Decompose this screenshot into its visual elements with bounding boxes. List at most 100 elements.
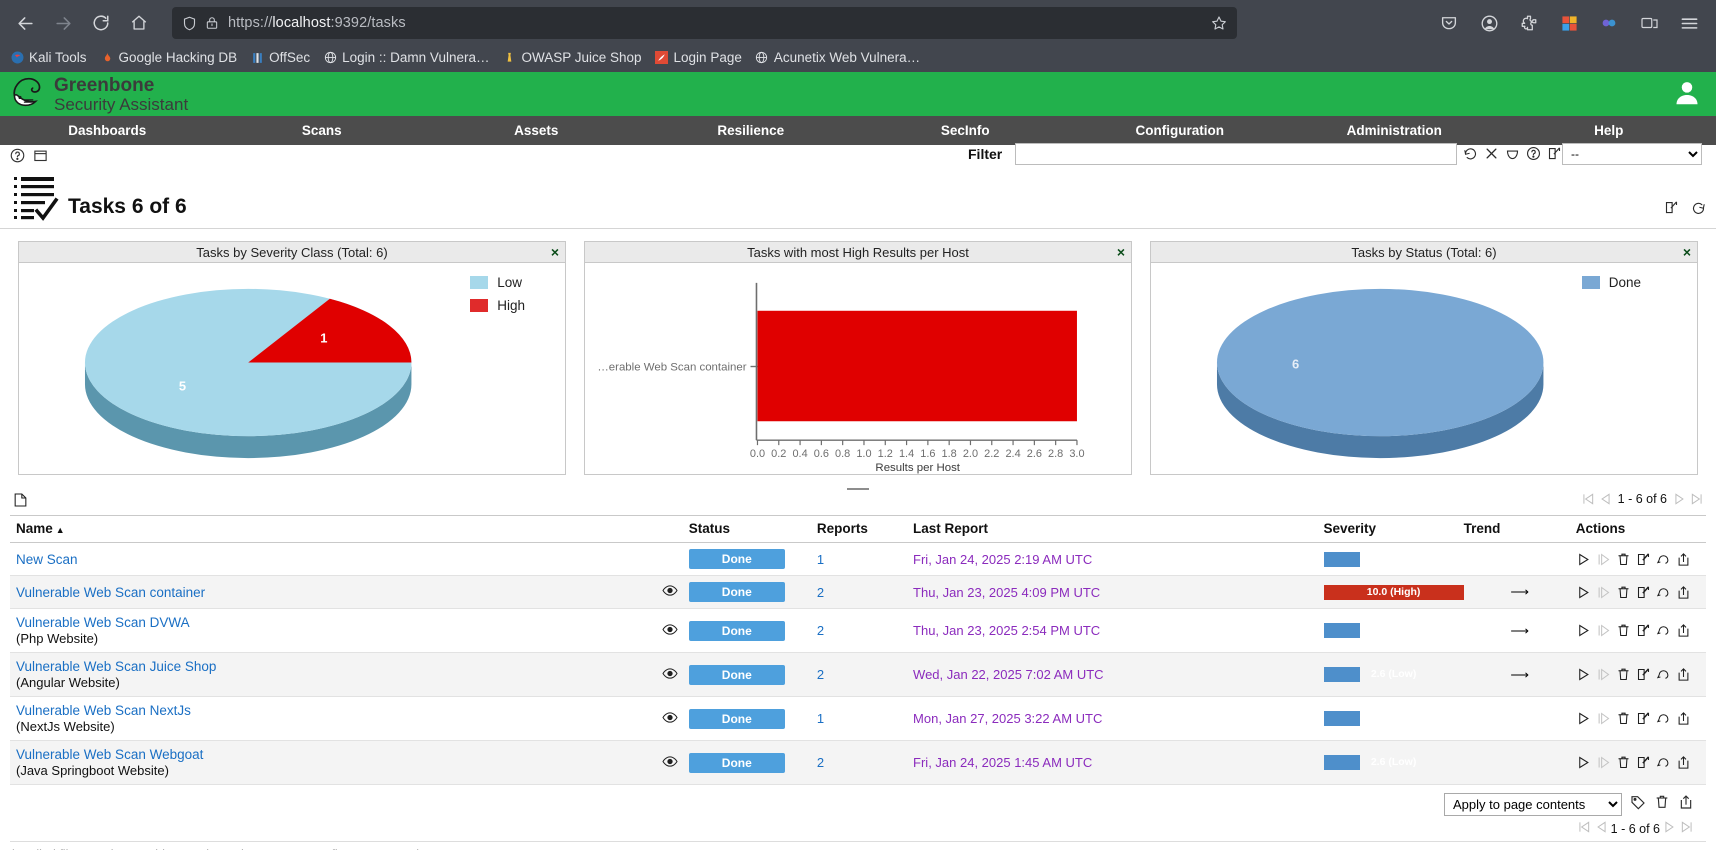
home-button[interactable] (122, 6, 156, 40)
reports-count-link[interactable]: 1 (817, 552, 824, 567)
status-badge[interactable]: Done (688, 752, 785, 773)
bookmark-damn-vulnerable[interactable]: Login :: Damn Vulnera… (323, 50, 489, 65)
start-icon[interactable] (1576, 585, 1591, 600)
menu-item-scans[interactable]: Scans (215, 116, 430, 145)
column-header-last-report[interactable]: Last Report (913, 515, 1324, 543)
task-name-link[interactable]: New Scan (16, 552, 78, 567)
delete-icon[interactable] (1616, 585, 1631, 600)
column-header-name[interactable]: Name ▲ (10, 515, 651, 543)
dashboard-resize-handle[interactable] (0, 477, 1716, 490)
bulk-action-select[interactable]: Apply to page contents (1444, 793, 1622, 816)
column-header-severity[interactable]: Severity (1323, 515, 1464, 543)
new-task-icon[interactable] (1664, 200, 1679, 220)
reports-count-link[interactable]: 1 (817, 711, 824, 726)
start-icon[interactable] (1576, 623, 1591, 638)
column-header-reports[interactable]: Reports (816, 515, 914, 543)
last-page-icon[interactable] (1690, 492, 1704, 506)
edit-filter-icon[interactable] (1547, 146, 1562, 166)
menu-item-dashboards[interactable]: Dashboards (0, 116, 215, 145)
task-name-link[interactable]: Vulnerable Web Scan Juice Shop (16, 659, 216, 674)
reports-count-link[interactable]: 2 (817, 585, 824, 600)
clone-icon[interactable] (1656, 711, 1671, 726)
prev-page-icon[interactable] (1598, 492, 1612, 506)
menu-item-secinfo[interactable]: SecInfo (858, 116, 1073, 145)
task-name-link[interactable]: Vulnerable Web Scan Webgoat (16, 747, 203, 762)
export-icon[interactable] (1676, 623, 1691, 638)
delete-icon[interactable] (1616, 552, 1631, 567)
legend-item-done[interactable]: Done (1581, 275, 1641, 290)
pocket-icon[interactable] (1436, 10, 1462, 36)
help-filter-icon[interactable] (1526, 146, 1541, 166)
container-tabs-icon[interactable] (1636, 10, 1662, 36)
bookmark-kali-tools[interactable]: Kali Tools (10, 50, 87, 65)
sync-icon[interactable] (1596, 10, 1622, 36)
start-icon[interactable] (1576, 552, 1591, 567)
back-button[interactable] (8, 6, 42, 40)
edit-icon[interactable] (1636, 667, 1651, 682)
last-report-link[interactable]: Wed, Jan 22, 2025 7:02 AM UTC (913, 667, 1104, 682)
delete-icon[interactable] (1616, 667, 1631, 682)
reset-to-default-icon[interactable] (1505, 146, 1520, 166)
last-report-link[interactable]: Fri, Jan 24, 2025 2:19 AM UTC (913, 552, 1092, 567)
extensions-icon[interactable] (1516, 10, 1542, 36)
last-report-link[interactable]: Mon, Jan 27, 2025 3:22 AM UTC (913, 711, 1102, 726)
first-page-icon[interactable] (1577, 820, 1591, 837)
prev-page-icon[interactable] (1594, 820, 1608, 837)
edit-icon[interactable] (1636, 585, 1651, 600)
close-icon[interactable]: × (1117, 243, 1125, 262)
help-page-icon[interactable] (10, 148, 25, 168)
colorful-extension-icon[interactable] (1556, 10, 1582, 36)
export-icon[interactable] (1676, 755, 1691, 770)
legend-item-high[interactable]: High (470, 298, 525, 313)
url-bar[interactable]: https://localhost:9392/tasks (172, 7, 1237, 39)
status-badge[interactable]: Done (688, 708, 785, 729)
reload-button[interactable] (84, 6, 118, 40)
clone-icon[interactable] (1656, 552, 1671, 567)
filter-preset-select[interactable]: -- (1562, 143, 1702, 165)
start-icon[interactable] (1576, 667, 1591, 682)
last-page-icon[interactable] (1680, 820, 1694, 837)
start-icon[interactable] (1576, 711, 1591, 726)
delete-icon[interactable] (1616, 711, 1631, 726)
tag-icon[interactable] (1630, 794, 1646, 815)
next-page-icon[interactable] (1663, 820, 1677, 837)
menu-item-assets[interactable]: Assets (429, 116, 644, 145)
filter-input[interactable] (1015, 143, 1457, 165)
clone-icon[interactable] (1656, 585, 1671, 600)
bookmark-star-icon[interactable] (1211, 15, 1227, 31)
column-header-trend[interactable]: Trend (1463, 515, 1576, 543)
export-icon[interactable] (1676, 711, 1691, 726)
edit-icon[interactable] (1636, 623, 1651, 638)
column-header-status[interactable]: Status (688, 515, 817, 543)
reset-filter-icon[interactable] (1484, 146, 1499, 166)
menu-item-configuration[interactable]: Configuration (1073, 116, 1288, 145)
export-icon[interactable] (1676, 552, 1691, 567)
last-report-link[interactable]: Fri, Jan 24, 2025 1:45 AM UTC (913, 755, 1092, 770)
close-icon[interactable]: × (1683, 243, 1691, 262)
bookmark-google-hacking-db[interactable]: Google Hacking DB (100, 50, 237, 65)
export-icon[interactable] (1678, 794, 1694, 815)
reports-count-link[interactable]: 2 (817, 623, 824, 638)
bookmark-acunetix[interactable]: Acunetix Web Vulnera… (755, 50, 920, 65)
menu-icon[interactable] (1676, 10, 1702, 36)
new-task-folder-icon[interactable] (12, 492, 29, 513)
task-name-link[interactable]: Vulnerable Web Scan NextJs (16, 703, 191, 718)
legend-item-low[interactable]: Low (470, 275, 525, 290)
reports-count-link[interactable]: 2 (817, 755, 824, 770)
new-window-icon[interactable] (33, 148, 48, 168)
edit-icon[interactable] (1636, 711, 1651, 726)
last-report-link[interactable]: Thu, Jan 23, 2025 4:09 PM UTC (913, 585, 1100, 600)
refresh-filter-icon[interactable] (1463, 146, 1478, 166)
clone-icon[interactable] (1656, 623, 1671, 638)
edit-icon[interactable] (1636, 755, 1651, 770)
first-page-icon[interactable] (1581, 492, 1595, 506)
status-badge[interactable]: Done (688, 549, 785, 569)
task-name-link[interactable]: Vulnerable Web Scan DVWA (16, 615, 190, 630)
menu-item-resilience[interactable]: Resilience (644, 116, 859, 145)
reports-count-link[interactable]: 2 (817, 667, 824, 682)
status-badge[interactable]: Done (688, 582, 785, 602)
close-icon[interactable]: × (551, 243, 559, 262)
bookmark-login-page[interactable]: Login Page (655, 50, 742, 65)
trash-icon[interactable] (1654, 794, 1670, 815)
status-badge[interactable]: Done (688, 620, 785, 641)
